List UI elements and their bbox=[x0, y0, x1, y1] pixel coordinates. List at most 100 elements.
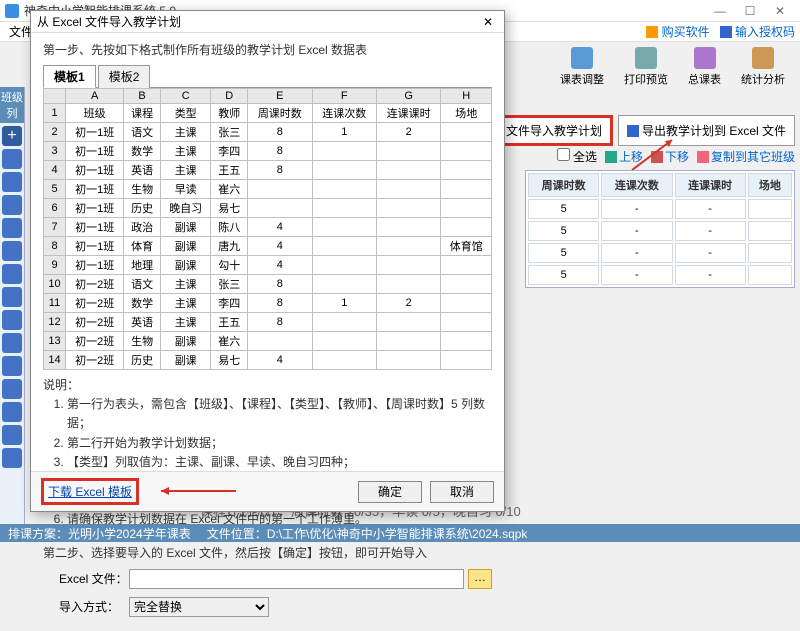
header-cell: 1 bbox=[44, 104, 66, 123]
header-cell: 教师 bbox=[211, 104, 248, 123]
import-mode-select[interactable]: 完全替换 bbox=[129, 597, 269, 617]
sidebar-btn-2[interactable] bbox=[2, 172, 22, 192]
col-header: B bbox=[124, 89, 161, 104]
table-row: 6初一1班历史晚自习易七 bbox=[44, 199, 492, 218]
sidebar-btn-9[interactable] bbox=[2, 333, 22, 353]
header-cell: 类型 bbox=[160, 104, 211, 123]
arrow-down-icon bbox=[651, 151, 663, 163]
import-dialog: 从 Excel 文件导入教学计划 ✕ 第一步、先按如下格式制作所有班级的教学计划… bbox=[30, 10, 505, 512]
col-header: H bbox=[441, 89, 492, 104]
sidebar-btn-1[interactable] bbox=[2, 149, 22, 169]
step2-label: 第二步、选择要导入的 Excel 文件，然后按【确定】按钮，即可开始导入 bbox=[43, 544, 492, 561]
col-header: G bbox=[376, 89, 440, 104]
buy-link[interactable]: 购买软件 bbox=[646, 23, 709, 40]
select-all-checkbox[interactable]: 全选 bbox=[557, 148, 597, 165]
note-item: 第二行开始为教学计划数据； bbox=[67, 434, 492, 453]
table-row: 14初一2班历史副课易七4 bbox=[44, 351, 492, 370]
user-icon bbox=[720, 26, 732, 38]
sidebar-btn-7[interactable] bbox=[2, 287, 22, 307]
table-row: 13初一2班生物副课崔六 bbox=[44, 332, 492, 351]
tab-template1[interactable]: 模板1 bbox=[43, 65, 96, 88]
action-bar-2: 全选 上移 下移 复制到其它班级 bbox=[557, 148, 795, 165]
sidebar-btn-4[interactable] bbox=[2, 218, 22, 238]
col-venue: 场地 bbox=[748, 173, 792, 197]
tab-template2[interactable]: 模板2 bbox=[98, 65, 151, 88]
table-row: 11初一2班数学主课李四812 bbox=[44, 294, 492, 313]
col-header bbox=[44, 89, 66, 104]
col-cons-count: 连课次数 bbox=[601, 173, 672, 197]
sidebar: 班级列 + bbox=[0, 87, 25, 524]
browse-button[interactable]: … bbox=[468, 569, 492, 589]
move-up-link[interactable]: 上移 bbox=[605, 148, 643, 165]
col-cons-periods: 连课课时 bbox=[675, 173, 746, 197]
table-row: 8初一1班体育副课唐九4体育馆 bbox=[44, 237, 492, 256]
dialog-titlebar: 从 Excel 文件导入教学计划 ✕ bbox=[31, 11, 504, 33]
table-row: 10初一2班语文主课张三8 bbox=[44, 275, 492, 294]
sidebar-btn-8[interactable] bbox=[2, 310, 22, 330]
sidebar-btn-12[interactable] bbox=[2, 402, 22, 422]
table-row: 5-- bbox=[528, 243, 792, 263]
col-header: E bbox=[248, 89, 312, 104]
toolbar-analysis[interactable]: 统计分析 bbox=[731, 45, 795, 89]
table-row: 2初一1班语文主课张三812 bbox=[44, 123, 492, 142]
table-row: 3初一1班数学主课李四8 bbox=[44, 142, 492, 161]
sidebar-add-button[interactable]: + bbox=[2, 126, 22, 146]
file-label: Excel 文件： bbox=[59, 570, 129, 587]
sidebar-btn-13[interactable] bbox=[2, 425, 22, 445]
header-cell: 连课次数 bbox=[312, 104, 376, 123]
maximize-button[interactable]: ☐ bbox=[735, 4, 765, 18]
header-cell: 场地 bbox=[441, 104, 492, 123]
cancel-button[interactable]: 取消 bbox=[430, 481, 494, 503]
file-path-input[interactable] bbox=[129, 569, 464, 589]
app-logo-icon bbox=[5, 4, 19, 18]
sidebar-header: 班级列 bbox=[0, 87, 24, 123]
toolbar-total[interactable]: 总课表 bbox=[678, 45, 731, 89]
notes-title: 说明： bbox=[43, 376, 492, 395]
printer-icon bbox=[635, 47, 657, 69]
sidebar-btn-10[interactable] bbox=[2, 356, 22, 376]
chart-icon bbox=[752, 47, 774, 69]
export-icon bbox=[627, 125, 639, 137]
header-cell: 周课时数 bbox=[248, 104, 312, 123]
copy-icon bbox=[697, 151, 709, 163]
sidebar-btn-14[interactable] bbox=[2, 448, 22, 468]
sidebar-btn-6[interactable] bbox=[2, 264, 22, 284]
ok-button[interactable]: 确定 bbox=[358, 481, 422, 503]
minimize-button[interactable]: — bbox=[705, 4, 735, 18]
mini-schedule-table: 周课时数 连课次数 连课课时 场地 5-- 5-- 5-- 5-- bbox=[525, 170, 795, 288]
table-row: 4初一1班英语主课王五8 bbox=[44, 161, 492, 180]
step1-label: 第一步、先按如下格式制作所有班级的教学计划 Excel 数据表 bbox=[43, 41, 492, 58]
copy-link[interactable]: 复制到其它班级 bbox=[697, 148, 795, 165]
col-header: A bbox=[66, 89, 124, 104]
table-row: 9初一1班地理副课勾十4 bbox=[44, 256, 492, 275]
header-cell: 班级 bbox=[66, 104, 124, 123]
export-excel-button[interactable]: 导出教学计划到 Excel 文件 bbox=[618, 115, 795, 146]
dialog-close-button[interactable]: ✕ bbox=[478, 15, 498, 29]
col-header: F bbox=[312, 89, 376, 104]
toolbar-preview[interactable]: 打印预览 bbox=[614, 45, 678, 89]
move-down-link[interactable]: 下移 bbox=[651, 148, 689, 165]
dialog-footer: 下载 Excel 模板 确定 取消 bbox=[31, 471, 504, 511]
cart-icon bbox=[646, 26, 658, 38]
auth-link[interactable]: 输入授权码 bbox=[720, 23, 795, 40]
col-periods: 周课时数 bbox=[528, 173, 599, 197]
sidebar-btn-3[interactable] bbox=[2, 195, 22, 215]
table-row: 12初一2班英语主课王五8 bbox=[44, 313, 492, 332]
header-cell: 课程 bbox=[124, 104, 161, 123]
excel-preview-table: ABCDEFGH1班级课程类型教师周课时数连课次数连课课时场地2初一1班语文主课… bbox=[43, 88, 492, 370]
table-row: 5-- bbox=[528, 265, 792, 285]
annotation-arrow-2 bbox=[151, 481, 241, 501]
sidebar-btn-5[interactable] bbox=[2, 241, 22, 261]
table-row: 5-- bbox=[528, 221, 792, 241]
arrow-up-icon bbox=[605, 151, 617, 163]
toolbar-adjust[interactable]: 课表调整 bbox=[550, 45, 614, 89]
note-item: 请确保教学计划数据在 Excel 文件中的第一个工作薄里。 bbox=[67, 510, 492, 529]
sidebar-btn-11[interactable] bbox=[2, 379, 22, 399]
download-template-link[interactable]: 下载 Excel 模板 bbox=[41, 478, 139, 505]
main-toolbar: 课表调整 打印预览 总课表 统计分析 bbox=[550, 45, 795, 89]
col-header: C bbox=[160, 89, 211, 104]
adjust-icon bbox=[571, 47, 593, 69]
note-item: 【类型】列取值为：主课、副课、早读、晚自习四种； bbox=[67, 453, 492, 472]
close-button[interactable]: ✕ bbox=[765, 4, 795, 18]
table-row: 5-- bbox=[528, 199, 792, 219]
